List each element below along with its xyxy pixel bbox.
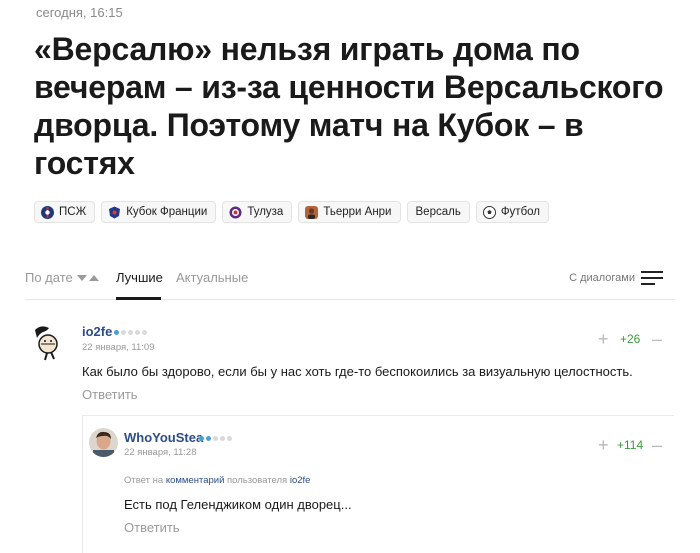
tag-psg[interactable]: ПСЖ (34, 201, 96, 223)
comment-divider (82, 415, 674, 416)
menu-lines-icon (641, 271, 663, 285)
dialogs-label: С диалогами (569, 272, 635, 284)
psg-icon (41, 205, 54, 219)
downvote-button[interactable]: – (652, 330, 662, 348)
comment-date: 22 января, 11:28 (124, 447, 197, 458)
tag-label: Кубок Франции (126, 206, 208, 218)
comment-text: Есть под Геленджиком один дворец... (124, 497, 352, 512)
comment-username[interactable]: io2fe (82, 324, 112, 339)
reply-button[interactable]: Ответить (82, 387, 138, 402)
tag-label: Версаль (415, 206, 461, 218)
comment-username[interactable]: WhoYouStea (124, 430, 203, 445)
reply-meta-user-link[interactable]: io2fe (290, 475, 311, 486)
tag-label: ПСЖ (59, 206, 87, 218)
dialogs-toggle[interactable]: С диалогами (569, 271, 663, 285)
tag-football[interactable]: Футбол (475, 201, 550, 223)
upvote-button[interactable]: + (598, 330, 609, 348)
football-icon (482, 205, 496, 219)
reply-meta-comment-link[interactable]: комментарий (166, 475, 225, 486)
tab-best[interactable]: Лучшие (116, 270, 163, 285)
reply-meta-prefix: Ответ на (124, 475, 164, 486)
avatar[interactable] (89, 428, 118, 457)
tab-actual[interactable]: Актуальные (176, 270, 248, 285)
user-rating-dots (114, 330, 147, 335)
tag-versailles[interactable]: Версаль (406, 201, 470, 223)
user-rating-dots (199, 436, 232, 441)
comment-date: 22 января, 11:09 (82, 342, 155, 353)
tag-list: ПСЖ Кубок Франции Тулуза Тьерри Анри Вер… (34, 201, 550, 223)
comment-text: Как было бы здорово, если бы у нас хоть … (82, 364, 633, 379)
reply-thread-line (82, 416, 83, 553)
tag-toulouse[interactable]: Тулуза (222, 201, 293, 223)
avatar[interactable] (27, 322, 67, 362)
article-title: «Версалю» нельзя играть дома по вечерам … (34, 31, 664, 181)
downvote-button[interactable]: – (652, 436, 662, 454)
reply-meta: Ответ на комментарий пользователя io2fe (124, 475, 310, 486)
reply-meta-middle: пользователя (227, 475, 288, 486)
person-icon (305, 205, 319, 219)
active-tab-indicator (116, 297, 161, 300)
tag-label: Тьерри Анри (323, 206, 392, 218)
tag-label: Футбол (500, 206, 541, 218)
comment-score: +114 (617, 438, 644, 452)
comments-tabs: По дате Лучшие Актуальные С диалогами (25, 262, 675, 300)
comment-score: +26 (620, 332, 641, 346)
toulouse-icon (229, 206, 242, 219)
tag-label: Тулуза (247, 206, 284, 218)
tag-coupe-de-france[interactable]: Кубок Франции (101, 201, 217, 223)
reply-button[interactable]: Ответить (124, 520, 180, 535)
coupe-de-france-icon (108, 206, 121, 219)
sort-by-date-button[interactable]: По дате (25, 270, 73, 285)
tag-thierry-henry[interactable]: Тьерри Анри (298, 201, 401, 223)
sort-arrows-icon[interactable] (77, 275, 99, 281)
upvote-button[interactable]: + (598, 436, 609, 454)
article-timestamp: сегодня, 16:15 (36, 5, 123, 20)
